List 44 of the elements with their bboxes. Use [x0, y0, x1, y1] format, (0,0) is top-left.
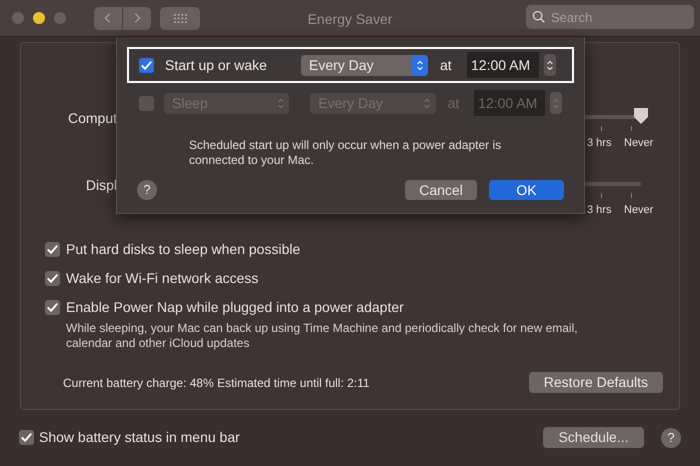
option-label: Enable Power Nap while plugged into a power adapter	[66, 298, 404, 317]
time-stepper[interactable]	[544, 54, 556, 76]
frequency-popup[interactable]: Every Day	[301, 54, 428, 76]
stepper-arrows-icon	[546, 58, 554, 72]
show-all-button[interactable]	[160, 6, 200, 30]
search-field[interactable]: Search	[526, 5, 694, 29]
at-label: at	[440, 56, 453, 74]
tick-label: Never	[624, 136, 654, 151]
sheet-note: Scheduled start up will only occur when a power adapter is connected to your Mac.	[189, 138, 502, 168]
cancel-button[interactable]: Cancel	[405, 180, 477, 200]
option-label: Wake for Wi-Fi network access	[66, 269, 258, 288]
stepper-arrows-icon	[416, 58, 424, 72]
option-label: Put hard disks to sleep when possible	[66, 240, 300, 259]
time-field[interactable]: 12:00 AM	[467, 52, 539, 78]
time-field[interactable]: 12:00 AM	[474, 90, 546, 116]
stepper-arrows-icon	[277, 96, 286, 110]
tick-label: 3 hrs	[587, 203, 612, 218]
option-label: Show battery status in menu bar	[39, 428, 240, 447]
checkbox[interactable]	[139, 96, 154, 110]
schedule-button[interactable]: Schedule...	[543, 427, 644, 448]
slider-label: Comput	[66, 109, 117, 128]
help-button[interactable]: ?	[661, 428, 681, 448]
event-label: Start up or wake	[165, 56, 268, 75]
battery-status: Current battery charge: 48% Estimated time until full: 2:11	[63, 374, 370, 392]
slider-label: Displ	[84, 176, 117, 195]
grid-icon	[172, 12, 188, 24]
window-title: Energy Saver	[306, 10, 394, 29]
checkbox[interactable]	[45, 271, 60, 286]
slider-thumb[interactable]	[633, 107, 649, 125]
checkbox[interactable]	[45, 242, 60, 257]
checkbox[interactable]	[45, 300, 60, 315]
option-description: While sleeping, your Mac can back up using Time Machine and periodically check for new email, calendar and other iCloud updates	[66, 321, 579, 351]
checkbox[interactable]	[139, 58, 154, 72]
stepper-arrows-icon	[423, 96, 432, 110]
restore-defaults-button[interactable]: Restore Defaults	[528, 372, 663, 393]
ok-button[interactable]: OK	[489, 180, 564, 200]
tick-label: Never	[624, 203, 654, 218]
checkbox[interactable]	[19, 430, 34, 445]
stepper-arrows-icon	[552, 96, 560, 110]
help-button[interactable]: ?	[137, 180, 157, 200]
minimize-button[interactable]	[33, 12, 45, 24]
forward-button[interactable]	[123, 6, 151, 30]
tick-label: 3 hrs	[587, 136, 612, 151]
back-button[interactable]	[94, 6, 122, 30]
